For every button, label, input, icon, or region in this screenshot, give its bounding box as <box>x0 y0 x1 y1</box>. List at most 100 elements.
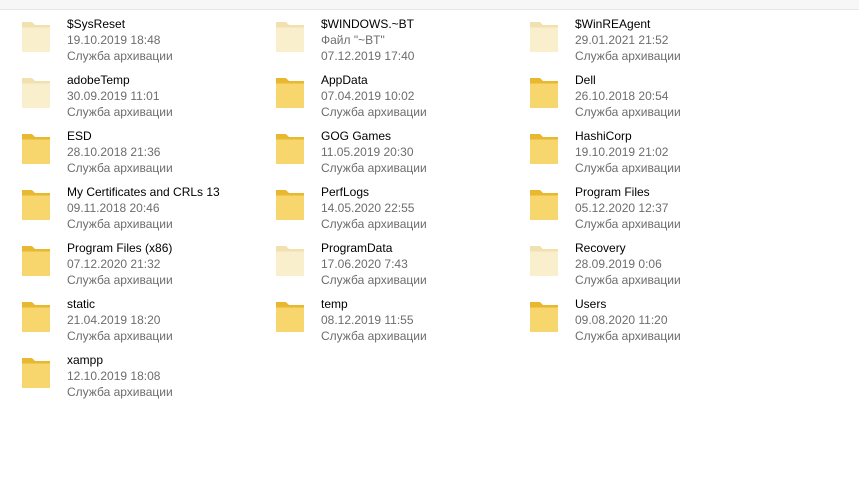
folder-item[interactable]: $WINDOWS.~BT Файл "~BT" 07.12.2019 17:40 <box>254 12 494 64</box>
folder-type: Служба архивации <box>321 161 427 175</box>
folder-name: My Certificates and CRLs 13 <box>67 185 220 199</box>
folder-icon <box>528 18 560 54</box>
folder-type: Служба архивации <box>321 273 427 287</box>
folder-type: Служба архивации <box>575 161 681 175</box>
folder-modified: 19.10.2019 18:48 <box>67 33 161 47</box>
folder-icon <box>274 18 306 54</box>
folder-item[interactable]: Program Files (x86) 07.12.2020 21:32 Служб… <box>0 236 240 288</box>
folder-type: Служба архивации <box>67 385 173 399</box>
folder-icon <box>274 298 306 334</box>
folder-name: Program Files <box>575 185 650 199</box>
folder-type: Служба архивации <box>67 105 173 119</box>
folder-item[interactable]: HashiCorp 19.10.2019 21:02 Служба архиваци… <box>508 124 748 176</box>
folder-type: Служба архивации <box>67 329 173 343</box>
folder-item[interactable]: My Certificates and CRLs 13 09.11.2018 20… <box>0 180 240 232</box>
folder-details: static 21.04.2019 18:20 Служба архивации <box>67 296 173 344</box>
folder-type: Служба архивации <box>67 273 173 287</box>
folder-icon <box>274 130 306 166</box>
folder-name: Users <box>575 297 607 311</box>
folder-modified: 09.11.2018 20:46 <box>67 201 160 215</box>
folder-name: HashiCorp <box>575 129 632 143</box>
folder-icon <box>20 242 52 278</box>
folder-name: static <box>67 297 96 311</box>
folder-details: $WinREAgent 29.01.2021 21:52 Служба архива… <box>575 16 681 64</box>
folder-item[interactable]: PerfLogs 14.05.2020 22:55 Служба архивации <box>254 180 494 232</box>
folder-item[interactable]: Program Files 05.12.2020 12:37 Служба архи… <box>508 180 748 232</box>
folder-details: AppData 07.04.2019 10:02 Служба архивации <box>321 72 427 120</box>
folder-item[interactable]: static 21.04.2019 18:20 Служба архивации <box>0 292 240 344</box>
folder-details: $SysReset 19.10.2019 18:48 Служба архиваци… <box>67 16 173 64</box>
folder-item[interactable]: xampp 12.10.2019 18:08 Служба архивации <box>0 348 240 400</box>
folder-icon <box>20 186 52 222</box>
folder-details: adobeTemp 30.09.2019 11:01 Служба архиваци… <box>67 72 173 120</box>
folder-type: Служба архивации <box>67 161 173 175</box>
folder-icon <box>528 242 560 278</box>
folder-type: Служба архивации <box>321 105 427 119</box>
folder-item[interactable]: temp 08.12.2019 11:55 Служба архивации <box>254 292 494 344</box>
folder-name: xampp <box>67 353 104 367</box>
folder-icon <box>20 18 52 54</box>
folder-modified: 19.10.2019 21:02 <box>575 145 669 159</box>
folder-name: temp <box>321 297 348 311</box>
folder-type: Служба архивации <box>67 49 173 63</box>
folder-name: Recovery <box>575 241 626 255</box>
folder-icon <box>274 74 306 110</box>
folder-name: ProgramData <box>321 241 393 255</box>
folder-item[interactable]: AppData 07.04.2019 10:02 Служба архивации <box>254 68 494 120</box>
folder-icon <box>20 74 52 110</box>
folder-icon <box>274 186 306 222</box>
folder-name: $WINDOWS.~BT <box>321 17 415 31</box>
folder-modified: 07.12.2020 21:32 <box>67 257 161 271</box>
folder-item[interactable]: Users 09.08.2020 11:20 Служба архивации <box>508 292 748 344</box>
folder-modified: 05.12.2020 12:37 <box>575 201 669 215</box>
folder-icon <box>20 130 52 166</box>
folder-type: Служба архивации <box>321 217 427 231</box>
folder-item[interactable]: adobeTemp 30.09.2019 11:01 Служба архиваци… <box>0 68 240 120</box>
folder-item[interactable]: Dell 26.10.2018 20:54 Служба архивации <box>508 68 748 120</box>
folder-icon <box>528 74 560 110</box>
folder-details: xampp 12.10.2019 18:08 Служба архивации <box>67 352 173 400</box>
folder-type: Служба архивации <box>575 217 681 231</box>
folder-details: ESD 28.10.2018 21:36 Служба архивации <box>67 128 173 176</box>
folder-type: Служба архивации <box>575 329 681 343</box>
folder-item[interactable]: GOG Games 11.05.2019 20:30 Служба архиваци… <box>254 124 494 176</box>
folder-name: $SysReset <box>67 17 126 31</box>
folder-modified: 07.04.2019 10:02 <box>321 89 415 103</box>
folder-modified: 09.08.2020 11:20 <box>575 313 668 327</box>
folder-type: Служба архивации <box>575 105 681 119</box>
folder-modified: 26.10.2018 20:54 <box>575 89 669 103</box>
folder-details: PerfLogs 14.05.2020 22:55 Служба архивации <box>321 184 427 232</box>
folder-name: $WinREAgent <box>575 17 651 31</box>
folder-name: Dell <box>575 73 596 87</box>
folder-name: ESD <box>67 129 92 143</box>
toolbar-strip <box>0 0 859 10</box>
folder-details: Program Files (x86) 07.12.2020 21:32 Служб… <box>67 240 173 288</box>
folder-modified: 12.10.2019 18:08 <box>67 369 161 383</box>
folder-type: 07.12.2019 17:40 <box>321 49 415 63</box>
folder-details: ProgramData 17.06.2020 7:43 Служба архивац… <box>321 240 427 288</box>
folder-details: HashiCorp 19.10.2019 21:02 Служба архиваци… <box>575 128 681 176</box>
folder-icon <box>528 130 560 166</box>
folder-modified: 28.09.2019 0:06 <box>575 257 662 271</box>
folder-item[interactable]: Recovery 28.09.2019 0:06 Служба архивации <box>508 236 748 288</box>
folder-name: AppData <box>321 73 368 87</box>
folder-name: adobeTemp <box>67 73 130 87</box>
folder-modified: 30.09.2019 11:01 <box>67 89 160 103</box>
folder-modified: 21.04.2019 18:20 <box>67 313 161 327</box>
folder-name: PerfLogs <box>321 185 370 199</box>
folder-item[interactable]: ESD 28.10.2018 21:36 Служба архивации <box>0 124 240 176</box>
folder-details: GOG Games 11.05.2019 20:30 Служба архиваци… <box>321 128 427 176</box>
folder-item[interactable]: $SysReset 19.10.2019 18:48 Служба архиваци… <box>0 12 240 64</box>
folder-modified: 29.01.2021 21:52 <box>575 33 669 47</box>
folder-item[interactable]: $WinREAgent 29.01.2021 21:52 Служба архива… <box>508 12 748 64</box>
folder-modified: Файл "~BT" <box>321 33 385 47</box>
folder-details: My Certificates and CRLs 13 09.11.2018 20… <box>67 184 220 232</box>
folder-item[interactable]: ProgramData 17.06.2020 7:43 Служба архивац… <box>254 236 494 288</box>
folder-modified: 08.12.2019 11:55 <box>321 313 414 327</box>
folder-details: $WINDOWS.~BT Файл "~BT" 07.12.2019 17:40 <box>321 16 414 64</box>
folder-icon <box>528 186 560 222</box>
folder-type: Служба архивации <box>575 49 681 63</box>
folder-name: Program Files (x86) <box>67 241 173 255</box>
folder-details: temp 08.12.2019 11:55 Служба архивации <box>321 296 427 344</box>
folder-details: Users 09.08.2020 11:20 Служба архивации <box>575 296 681 344</box>
